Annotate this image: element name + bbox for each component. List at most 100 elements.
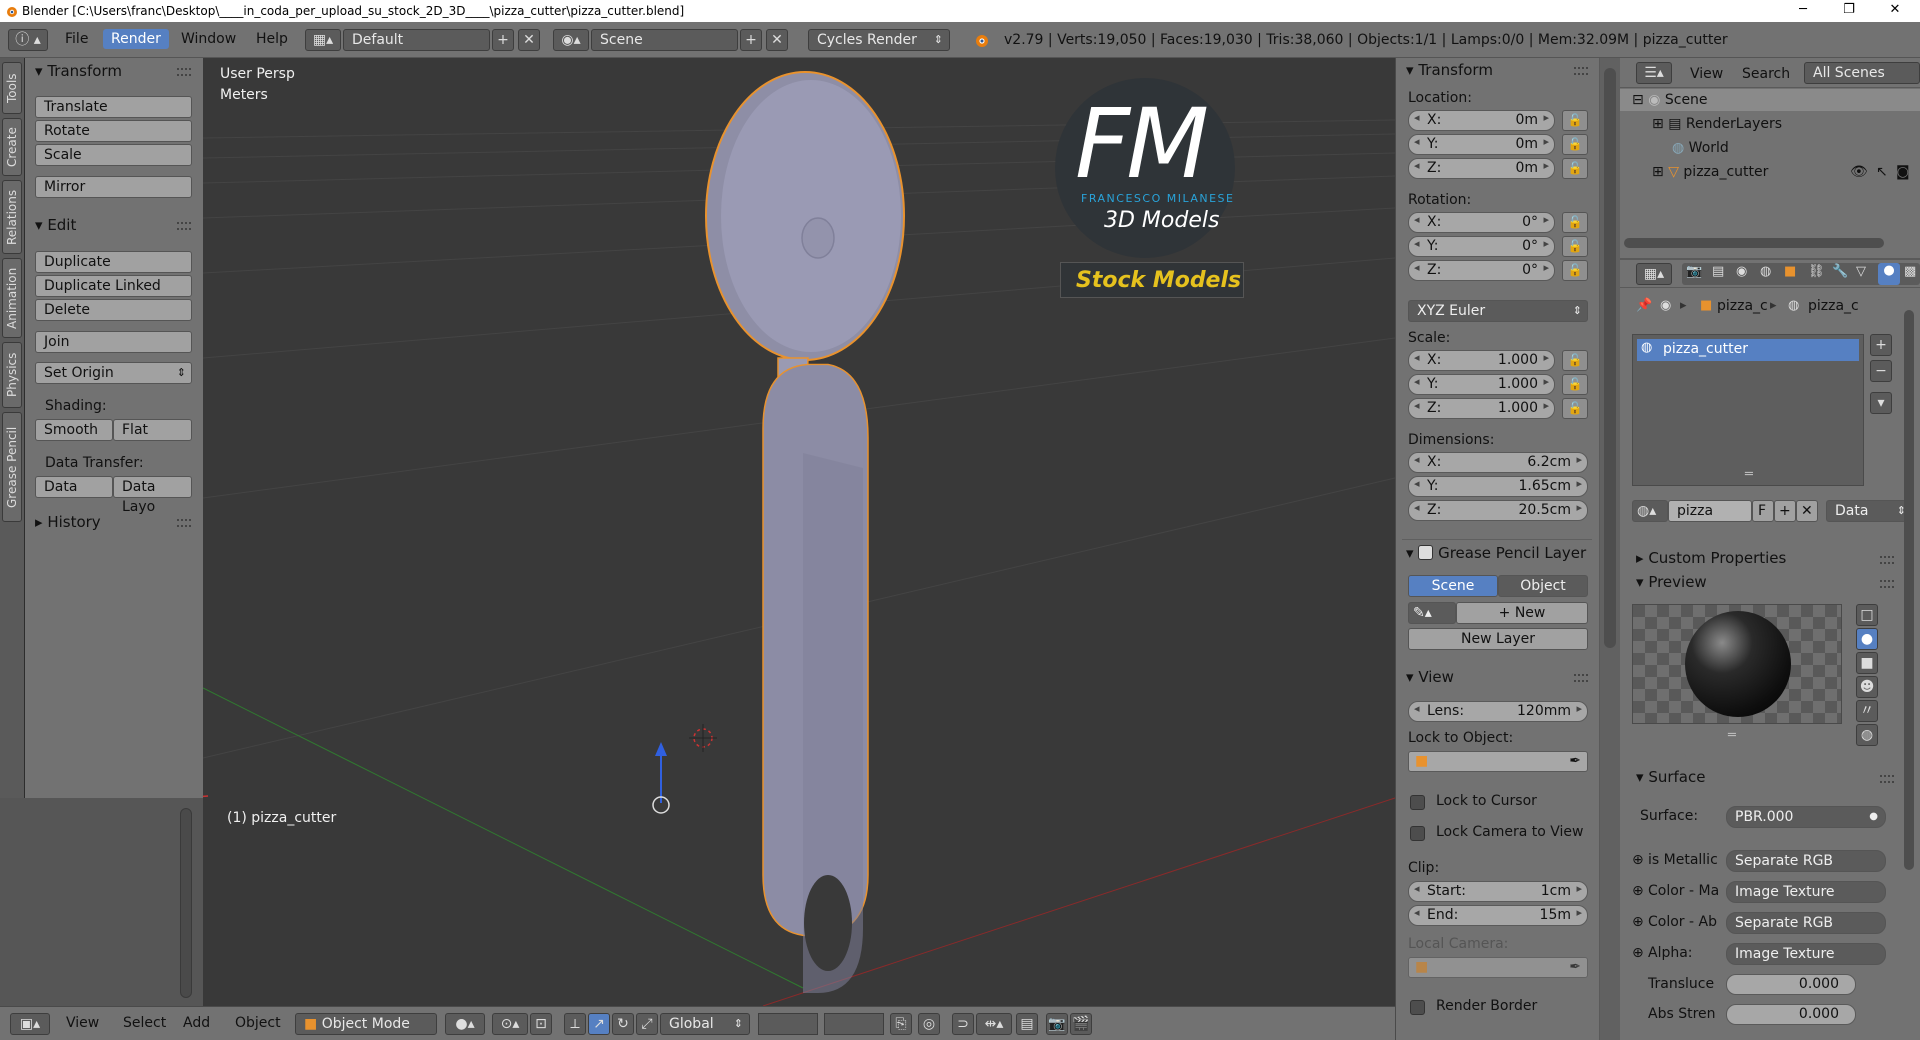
duplicate-button[interactable]: Duplicate: [35, 251, 192, 273]
material-browse-icon[interactable]: ◍▴: [1632, 500, 1668, 522]
history-panel-header[interactable]: ▸ History: [35, 513, 101, 531]
scene-selector-icon[interactable]: ◉▴: [553, 29, 589, 51]
input-alpha-select[interactable]: Image Texture: [1726, 943, 1886, 965]
location-x-field[interactable]: ◂ X: 0m ▸: [1408, 110, 1555, 131]
npanel-scrollbar[interactable]: [1604, 68, 1616, 648]
transform-orientation-select[interactable]: Global ⇕: [660, 1013, 750, 1035]
outliner-renderlayers-row[interactable]: ⊞ ▤ RenderLayers: [1652, 116, 1782, 132]
rotation-z-field[interactable]: ◂ Z: 0° ▸: [1408, 260, 1555, 281]
modifiers-tab-icon[interactable]: 🔧: [1832, 264, 1848, 279]
scale-x-field[interactable]: ◂ X: 1.000 ▸: [1408, 350, 1555, 371]
eyedropper-icon[interactable]: ✒: [1569, 959, 1581, 975]
input-is-metallic-select[interactable]: Separate RGB: [1726, 850, 1886, 872]
preview-cube-icon[interactable]: ■: [1856, 652, 1878, 674]
panel-grip-icon[interactable]: [177, 519, 191, 527]
preview-monkey-icon[interactable]: ☻: [1856, 676, 1878, 698]
outliner-menu-view[interactable]: View: [1690, 66, 1723, 82]
scale-z-field[interactable]: ◂ Z: 1.000 ▸: [1408, 398, 1555, 419]
tab-relations[interactable]: Relations: [2, 180, 22, 254]
menu-window[interactable]: Window: [181, 31, 236, 47]
render-tab-icon[interactable]: 📷: [1686, 264, 1702, 279]
list-resize-grip-icon[interactable]: ═: [1745, 467, 1753, 482]
preview-panel-header[interactable]: ▾ Preview: [1636, 573, 1707, 591]
input-abs-strength-field[interactable]: 0.000: [1726, 1004, 1856, 1025]
material-slot-row[interactable]: ◍ pizza_cutter: [1637, 339, 1859, 361]
breadcrumb-object[interactable]: pizza_c: [1717, 298, 1768, 314]
interaction-mode-select[interactable]: ■ Object Mode: [295, 1013, 437, 1035]
edit-panel-header[interactable]: ▾ Edit: [35, 216, 76, 234]
lock-rotation-x-icon[interactable]: 🔓: [1562, 212, 1588, 233]
unlink-material-icon[interactable]: ✕: [1796, 500, 1818, 522]
input-color-ma-select[interactable]: Image Texture: [1726, 881, 1886, 903]
panel-grip-icon[interactable]: [1880, 580, 1894, 588]
panel-grip-icon[interactable]: [1574, 674, 1588, 682]
remove-scene-icon[interactable]: ✕: [766, 29, 788, 51]
visibility-eye-icon[interactable]: 👁: [1850, 164, 1868, 180]
render-layers-tab-icon[interactable]: ▤: [1712, 264, 1724, 279]
tab-tools[interactable]: Tools: [2, 62, 22, 114]
transform-panel-header[interactable]: ▾ Transform: [35, 62, 122, 80]
menu-object[interactable]: Object: [235, 1015, 281, 1031]
data-tab-icon[interactable]: ▽: [1856, 264, 1866, 279]
data-transfer-layout-button[interactable]: Data Layo: [113, 476, 192, 515]
lock-to-cursor-checkbox[interactable]: [1410, 795, 1425, 810]
dimension-y-field[interactable]: ◂ Y: 1.65cm ▸: [1408, 476, 1588, 497]
rotation-x-field[interactable]: ◂ X: 0° ▸: [1408, 212, 1555, 233]
preview-resize-grip-icon[interactable]: ═: [1728, 728, 1736, 743]
preview-flat-icon[interactable]: □: [1856, 604, 1878, 626]
input-link-icon[interactable]: ⊕: [1632, 883, 1644, 899]
preview-hair-icon[interactable]: 〃: [1856, 700, 1878, 722]
menu-help[interactable]: Help: [256, 31, 288, 47]
data-transfer-button[interactable]: Data: [35, 476, 113, 498]
join-button[interactable]: Join: [35, 331, 192, 353]
local-camera-field[interactable]: ■ ✒: [1408, 957, 1588, 978]
surface-shader-select[interactable]: PBR.000 ●: [1726, 806, 1886, 828]
texture-tab-icon[interactable]: ▩: [1904, 264, 1916, 279]
preview-sphere-icon[interactable]: ●: [1856, 628, 1878, 650]
limit-selection-icon[interactable]: ⊡: [530, 1013, 552, 1035]
location-z-field[interactable]: ◂ Z: 0m ▸: [1408, 158, 1555, 179]
scene-field[interactable]: Scene: [591, 29, 738, 51]
fake-user-button[interactable]: F: [1752, 500, 1774, 522]
snap-element-select[interactable]: ⇹▴: [976, 1013, 1012, 1035]
gp-source-scene-tab[interactable]: Scene: [1408, 575, 1498, 597]
tab-grease-pencil[interactable]: Grease Pencil: [2, 412, 22, 522]
gp-source-object-tab[interactable]: Object: [1498, 575, 1588, 597]
input-link-icon[interactable]: ⊕: [1632, 852, 1644, 868]
layer-lock-icon[interactable]: ⎘: [890, 1013, 912, 1035]
editor-type-outliner-icon[interactable]: ☰▴: [1636, 62, 1672, 84]
custom-properties-header[interactable]: ▸ Custom Properties: [1636, 549, 1786, 567]
lock-scale-z-icon[interactable]: 🔓: [1562, 398, 1588, 419]
lock-scale-x-icon[interactable]: 🔓: [1562, 350, 1588, 371]
gp-new-button[interactable]: + New: [1456, 602, 1588, 624]
outliner-menu-search[interactable]: Search: [1742, 66, 1790, 82]
proportional-editing-icon[interactable]: ◎: [918, 1013, 940, 1035]
tab-animation[interactable]: Animation: [2, 258, 22, 338]
render-border-checkbox[interactable]: [1410, 1000, 1425, 1015]
scale-manipulator-icon[interactable]: ⤢: [636, 1013, 658, 1035]
manipulator-toggle-icon[interactable]: ⟂: [564, 1013, 586, 1035]
new-material-icon[interactable]: +: [1774, 500, 1796, 522]
add-material-slot-icon[interactable]: +: [1870, 334, 1892, 356]
dimension-x-field[interactable]: ◂ X: 6.2cm ▸: [1408, 452, 1588, 473]
object-tab-icon[interactable]: ■: [1784, 264, 1796, 279]
lock-location-y-icon[interactable]: 🔓: [1562, 134, 1588, 155]
render-animation-icon[interactable]: 🎬: [1070, 1013, 1092, 1035]
breadcrumb-material[interactable]: pizza_c: [1808, 298, 1859, 314]
tab-physics[interactable]: Physics: [2, 342, 22, 408]
outliner-scrollbar[interactable]: [1624, 238, 1884, 248]
lens-field[interactable]: ◂ Lens: 120mm ▸: [1408, 701, 1588, 722]
surface-panel-header[interactable]: ▾ Surface: [1636, 768, 1705, 786]
rotation-mode-select[interactable]: XYZ Euler ⇕: [1408, 300, 1588, 322]
flat-button[interactable]: Flat: [113, 419, 192, 441]
editor-type-3dview-icon[interactable]: ▣▴: [10, 1013, 50, 1035]
translate-manipulator-icon[interactable]: ↗: [588, 1013, 610, 1035]
pin-icon[interactable]: 📌: [1636, 298, 1652, 313]
location-y-field[interactable]: ◂ Y: 0m ▸: [1408, 134, 1555, 155]
close-button[interactable]: ✕: [1872, 0, 1918, 22]
constraints-tab-icon[interactable]: ⛓: [1808, 264, 1825, 279]
delete-button[interactable]: Delete: [35, 299, 192, 321]
material-slots-list[interactable]: ◍ pizza_cutter ═: [1632, 334, 1864, 486]
properties-scrollbar[interactable]: [1904, 310, 1914, 870]
3d-viewport[interactable]: User Persp Meters (1) pizza_cutter FM FR…: [203, 58, 1395, 1006]
